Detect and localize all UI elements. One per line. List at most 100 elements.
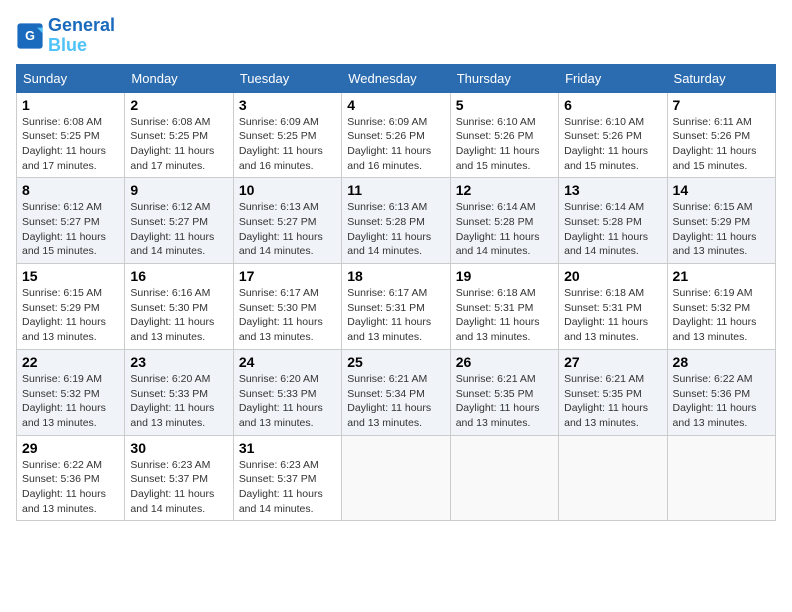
logo: G General Blue — [16, 16, 115, 56]
day-number: 2 — [130, 97, 227, 113]
day-info: Sunrise: 6:12 AM Sunset: 5:27 PM Dayligh… — [22, 200, 119, 259]
day-number: 4 — [347, 97, 444, 113]
weekday-header-cell: Wednesday — [342, 64, 450, 92]
day-info: Sunrise: 6:19 AM Sunset: 5:32 PM Dayligh… — [673, 286, 770, 345]
day-info: Sunrise: 6:21 AM Sunset: 5:35 PM Dayligh… — [456, 372, 553, 431]
day-number: 5 — [456, 97, 553, 113]
calendar-cell: 13 Sunrise: 6:14 AM Sunset: 5:28 PM Dayl… — [559, 178, 667, 264]
day-info: Sunrise: 6:23 AM Sunset: 5:37 PM Dayligh… — [130, 458, 227, 517]
calendar-cell: 12 Sunrise: 6:14 AM Sunset: 5:28 PM Dayl… — [450, 178, 558, 264]
calendar-cell: 30 Sunrise: 6:23 AM Sunset: 5:37 PM Dayl… — [125, 435, 233, 521]
day-number: 3 — [239, 97, 336, 113]
calendar-row: 1 Sunrise: 6:08 AM Sunset: 5:25 PM Dayli… — [17, 92, 776, 178]
day-number: 18 — [347, 268, 444, 284]
day-number: 16 — [130, 268, 227, 284]
calendar-cell: 19 Sunrise: 6:18 AM Sunset: 5:31 PM Dayl… — [450, 264, 558, 350]
calendar-cell: 4 Sunrise: 6:09 AM Sunset: 5:26 PM Dayli… — [342, 92, 450, 178]
day-number: 27 — [564, 354, 661, 370]
weekday-header-cell: Friday — [559, 64, 667, 92]
day-info: Sunrise: 6:22 AM Sunset: 5:36 PM Dayligh… — [673, 372, 770, 431]
day-info: Sunrise: 6:17 AM Sunset: 5:30 PM Dayligh… — [239, 286, 336, 345]
logo-text: General Blue — [48, 16, 115, 56]
day-number: 25 — [347, 354, 444, 370]
calendar-cell: 15 Sunrise: 6:15 AM Sunset: 5:29 PM Dayl… — [17, 264, 125, 350]
calendar-cell: 3 Sunrise: 6:09 AM Sunset: 5:25 PM Dayli… — [233, 92, 341, 178]
day-info: Sunrise: 6:10 AM Sunset: 5:26 PM Dayligh… — [456, 115, 553, 174]
calendar-cell: 18 Sunrise: 6:17 AM Sunset: 5:31 PM Dayl… — [342, 264, 450, 350]
calendar-cell: 11 Sunrise: 6:13 AM Sunset: 5:28 PM Dayl… — [342, 178, 450, 264]
day-number: 12 — [456, 182, 553, 198]
day-number: 6 — [564, 97, 661, 113]
day-info: Sunrise: 6:10 AM Sunset: 5:26 PM Dayligh… — [564, 115, 661, 174]
calendar-row: 8 Sunrise: 6:12 AM Sunset: 5:27 PM Dayli… — [17, 178, 776, 264]
calendar-cell: 27 Sunrise: 6:21 AM Sunset: 5:35 PM Dayl… — [559, 349, 667, 435]
calendar-cell: 10 Sunrise: 6:13 AM Sunset: 5:27 PM Dayl… — [233, 178, 341, 264]
day-number: 13 — [564, 182, 661, 198]
calendar-table: SundayMondayTuesdayWednesdayThursdayFrid… — [16, 64, 776, 522]
day-info: Sunrise: 6:18 AM Sunset: 5:31 PM Dayligh… — [564, 286, 661, 345]
day-number: 23 — [130, 354, 227, 370]
day-number: 26 — [456, 354, 553, 370]
calendar-cell: 31 Sunrise: 6:23 AM Sunset: 5:37 PM Dayl… — [233, 435, 341, 521]
day-info: Sunrise: 6:13 AM Sunset: 5:27 PM Dayligh… — [239, 200, 336, 259]
day-number: 14 — [673, 182, 770, 198]
day-info: Sunrise: 6:21 AM Sunset: 5:35 PM Dayligh… — [564, 372, 661, 431]
calendar-row: 15 Sunrise: 6:15 AM Sunset: 5:29 PM Dayl… — [17, 264, 776, 350]
day-number: 22 — [22, 354, 119, 370]
calendar-cell: 23 Sunrise: 6:20 AM Sunset: 5:33 PM Dayl… — [125, 349, 233, 435]
calendar-row: 22 Sunrise: 6:19 AM Sunset: 5:32 PM Dayl… — [17, 349, 776, 435]
day-number: 17 — [239, 268, 336, 284]
day-number: 20 — [564, 268, 661, 284]
calendar-cell: 2 Sunrise: 6:08 AM Sunset: 5:25 PM Dayli… — [125, 92, 233, 178]
day-info: Sunrise: 6:09 AM Sunset: 5:26 PM Dayligh… — [347, 115, 444, 174]
day-number: 10 — [239, 182, 336, 198]
day-info: Sunrise: 6:22 AM Sunset: 5:36 PM Dayligh… — [22, 458, 119, 517]
day-number: 8 — [22, 182, 119, 198]
calendar-cell: 8 Sunrise: 6:12 AM Sunset: 5:27 PM Dayli… — [17, 178, 125, 264]
calendar-cell — [342, 435, 450, 521]
calendar-cell: 21 Sunrise: 6:19 AM Sunset: 5:32 PM Dayl… — [667, 264, 775, 350]
calendar-cell — [559, 435, 667, 521]
day-info: Sunrise: 6:21 AM Sunset: 5:34 PM Dayligh… — [347, 372, 444, 431]
calendar-cell: 25 Sunrise: 6:21 AM Sunset: 5:34 PM Dayl… — [342, 349, 450, 435]
calendar-cell: 29 Sunrise: 6:22 AM Sunset: 5:36 PM Dayl… — [17, 435, 125, 521]
calendar-cell: 5 Sunrise: 6:10 AM Sunset: 5:26 PM Dayli… — [450, 92, 558, 178]
day-number: 7 — [673, 97, 770, 113]
calendar-cell: 22 Sunrise: 6:19 AM Sunset: 5:32 PM Dayl… — [17, 349, 125, 435]
calendar-cell: 14 Sunrise: 6:15 AM Sunset: 5:29 PM Dayl… — [667, 178, 775, 264]
day-number: 31 — [239, 440, 336, 456]
day-number: 11 — [347, 182, 444, 198]
weekday-header: SundayMondayTuesdayWednesdayThursdayFrid… — [17, 64, 776, 92]
day-number: 24 — [239, 354, 336, 370]
day-info: Sunrise: 6:12 AM Sunset: 5:27 PM Dayligh… — [130, 200, 227, 259]
day-info: Sunrise: 6:15 AM Sunset: 5:29 PM Dayligh… — [22, 286, 119, 345]
weekday-header-cell: Monday — [125, 64, 233, 92]
calendar-cell: 6 Sunrise: 6:10 AM Sunset: 5:26 PM Dayli… — [559, 92, 667, 178]
day-info: Sunrise: 6:13 AM Sunset: 5:28 PM Dayligh… — [347, 200, 444, 259]
weekday-header-cell: Thursday — [450, 64, 558, 92]
day-number: 28 — [673, 354, 770, 370]
day-number: 21 — [673, 268, 770, 284]
calendar-cell: 26 Sunrise: 6:21 AM Sunset: 5:35 PM Dayl… — [450, 349, 558, 435]
calendar-row: 29 Sunrise: 6:22 AM Sunset: 5:36 PM Dayl… — [17, 435, 776, 521]
day-info: Sunrise: 6:08 AM Sunset: 5:25 PM Dayligh… — [130, 115, 227, 174]
day-info: Sunrise: 6:08 AM Sunset: 5:25 PM Dayligh… — [22, 115, 119, 174]
calendar-cell: 24 Sunrise: 6:20 AM Sunset: 5:33 PM Dayl… — [233, 349, 341, 435]
day-number: 19 — [456, 268, 553, 284]
day-info: Sunrise: 6:14 AM Sunset: 5:28 PM Dayligh… — [456, 200, 553, 259]
svg-text:G: G — [25, 29, 35, 43]
day-info: Sunrise: 6:19 AM Sunset: 5:32 PM Dayligh… — [22, 372, 119, 431]
day-number: 29 — [22, 440, 119, 456]
day-info: Sunrise: 6:23 AM Sunset: 5:37 PM Dayligh… — [239, 458, 336, 517]
calendar-cell — [667, 435, 775, 521]
day-number: 30 — [130, 440, 227, 456]
calendar-cell: 9 Sunrise: 6:12 AM Sunset: 5:27 PM Dayli… — [125, 178, 233, 264]
day-number: 9 — [130, 182, 227, 198]
day-info: Sunrise: 6:20 AM Sunset: 5:33 PM Dayligh… — [239, 372, 336, 431]
day-info: Sunrise: 6:17 AM Sunset: 5:31 PM Dayligh… — [347, 286, 444, 345]
day-info: Sunrise: 6:20 AM Sunset: 5:33 PM Dayligh… — [130, 372, 227, 431]
weekday-header-cell: Sunday — [17, 64, 125, 92]
weekday-header-cell: Saturday — [667, 64, 775, 92]
day-info: Sunrise: 6:09 AM Sunset: 5:25 PM Dayligh… — [239, 115, 336, 174]
calendar-cell: 17 Sunrise: 6:17 AM Sunset: 5:30 PM Dayl… — [233, 264, 341, 350]
